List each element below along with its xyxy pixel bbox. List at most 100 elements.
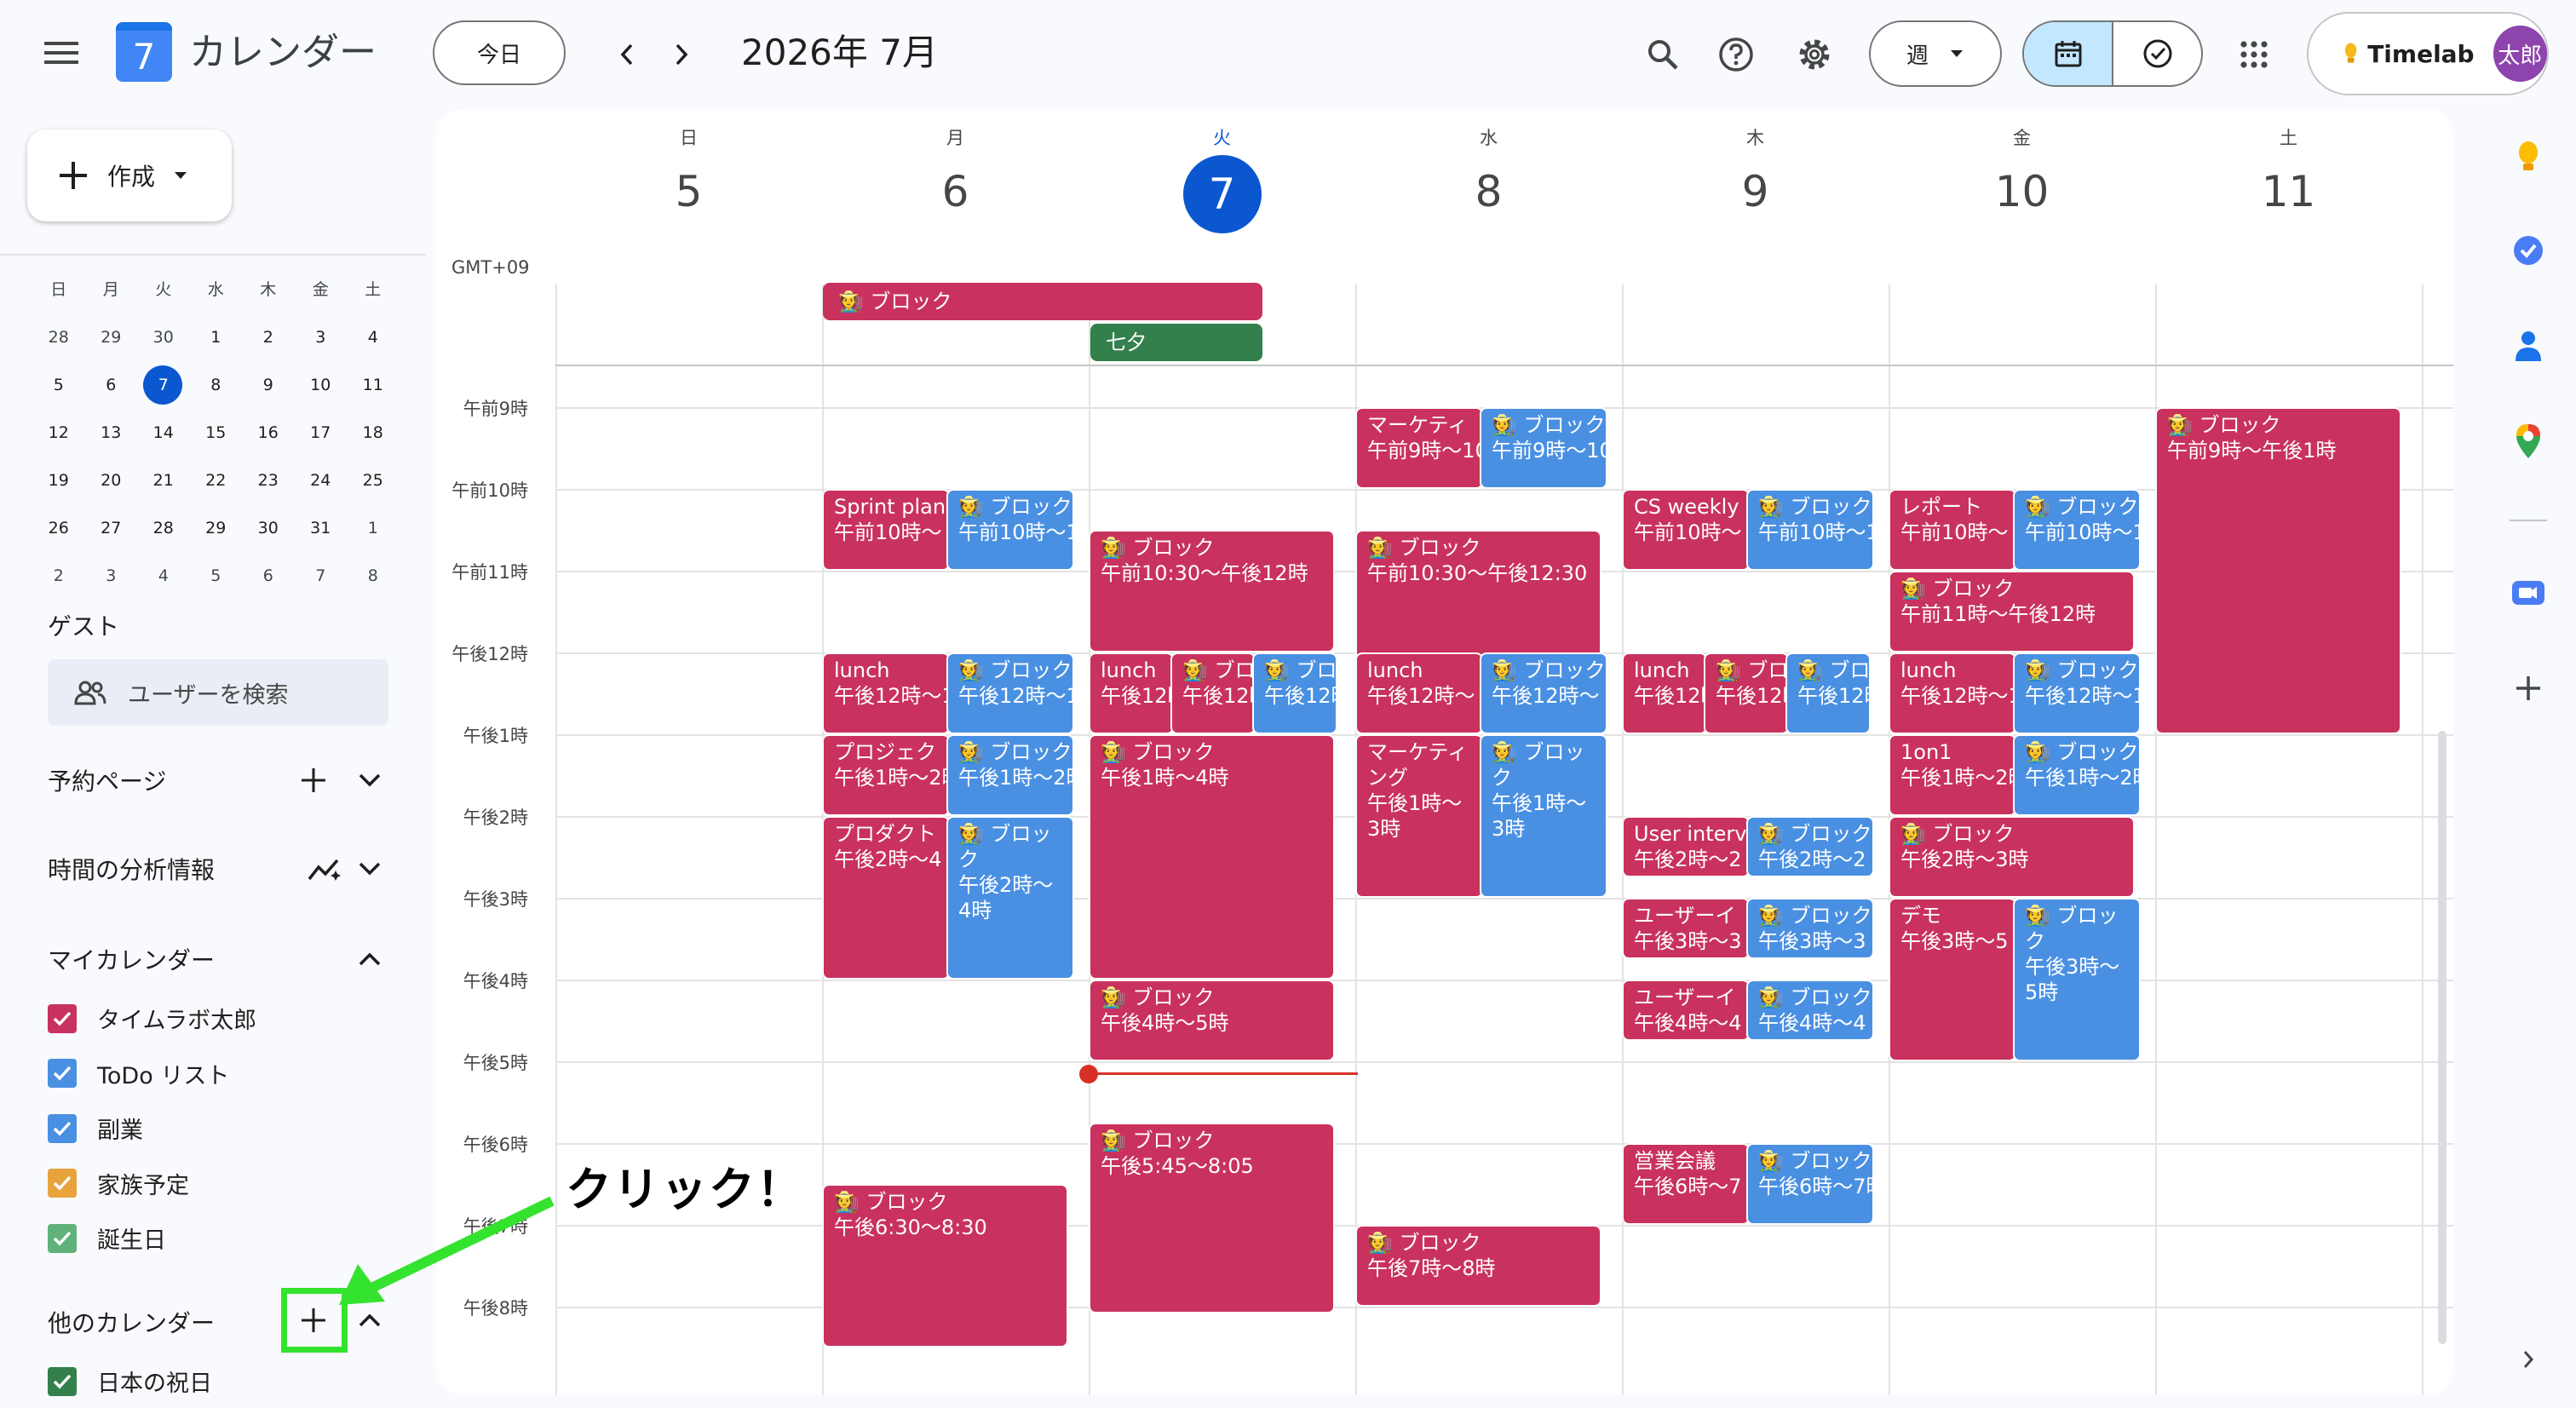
- mini-calendar-day[interactable]: 7: [295, 552, 348, 600]
- mini-calendar-day[interactable]: 13: [85, 409, 138, 457]
- tasks-view-toggle[interactable]: [2113, 22, 2201, 85]
- calendar-checkbox[interactable]: [48, 1223, 77, 1253]
- calendar-event[interactable]: マーケティング 午後1時〜3時: [1355, 734, 1483, 898]
- mini-calendar-day[interactable]: 29: [85, 313, 138, 361]
- day-column-header[interactable]: 木9: [1622, 109, 1889, 221]
- user-search-input[interactable]: ユーザーを検索: [48, 659, 388, 726]
- day-number[interactable]: 6: [822, 162, 1089, 221]
- calendar-event[interactable]: 🧑‍🌾 ブロック 午後6:30〜8:30: [822, 1184, 1068, 1348]
- calendar-event[interactable]: 🧑‍🌾 ブロ午後12時: [1785, 652, 1871, 734]
- view-selector[interactable]: 週: [1869, 20, 2002, 87]
- calendar-event[interactable]: 🧑‍🌾 ブロック 午後1時〜4時: [1089, 734, 1335, 980]
- calendar-checkbox[interactable]: [48, 1003, 77, 1033]
- calendar-event[interactable]: 🧑‍🌾 ブロック 午前9時〜10: [1480, 407, 1607, 489]
- calendar-checkbox[interactable]: [48, 1113, 77, 1143]
- calendar-event[interactable]: プロダクト 午後2時〜4: [822, 816, 950, 980]
- mini-calendar-day[interactable]: 7: [137, 361, 190, 409]
- mini-calendar-day[interactable]: 17: [295, 409, 348, 457]
- mini-calendar-day[interactable]: 5: [32, 361, 85, 409]
- mini-calendar-day[interactable]: 6: [85, 361, 138, 409]
- mini-calendar-day[interactable]: 28: [137, 504, 190, 552]
- mini-calendar-day[interactable]: 14: [137, 409, 190, 457]
- mini-calendar-day[interactable]: 22: [190, 457, 243, 504]
- mini-calendar-day[interactable]: 24: [295, 457, 348, 504]
- calendar-event[interactable]: lunch午後12時: [1622, 652, 1707, 734]
- day-number[interactable]: 11: [2155, 162, 2422, 221]
- day-number[interactable]: 5: [555, 162, 822, 221]
- mini-calendar-day[interactable]: 6: [242, 552, 295, 600]
- mini-calendar-day[interactable]: 2: [32, 552, 85, 600]
- allday-event-tanabata[interactable]: 七夕: [1090, 324, 1262, 361]
- prev-week-button[interactable]: [607, 34, 647, 75]
- calendar-event[interactable]: 🧑‍🌾 ブロック 午後12時〜: [1480, 652, 1607, 734]
- contacts-button[interactable]: [2504, 322, 2552, 370]
- time-insights-icon-button[interactable]: [303, 850, 346, 888]
- calendar-event[interactable]: 🧑‍🌾 ブロ午後12時: [1704, 652, 1789, 734]
- keep-button[interactable]: [2504, 133, 2552, 181]
- calendar-event[interactable]: 🧑‍🌾 ブロック 午前10時〜1: [2013, 489, 2141, 571]
- calendar-checkbox[interactable]: [48, 1059, 77, 1088]
- calendar-event[interactable]: Sprint plan 午前10時〜: [822, 489, 950, 571]
- calendar-event[interactable]: 🧑‍🌾 ブロック 午後1時〜2時: [946, 734, 1074, 816]
- day-number[interactable]: 7: [1182, 155, 1262, 233]
- calendar-event[interactable]: 🧑‍🌾 ブロ午後12時: [1170, 652, 1256, 734]
- calendar-event[interactable]: 🧑‍🌾 ブロック 午後12時〜1: [2013, 652, 2141, 734]
- search-button[interactable]: [1639, 31, 1687, 78]
- allday-event-block[interactable]: 🧑‍🌾 ブロック: [823, 283, 1262, 320]
- grid-scrollbar[interactable]: [2438, 731, 2447, 1344]
- expand-side-panel-button[interactable]: [2504, 1336, 2552, 1383]
- time-insights-expand-button[interactable]: [351, 850, 388, 888]
- mini-calendar-day[interactable]: 5: [190, 552, 243, 600]
- mini-calendar-day[interactable]: 12: [32, 409, 85, 457]
- mini-calendar-day[interactable]: 1: [347, 504, 400, 552]
- calendar-event[interactable]: 🧑‍🌾 ブロック 午前11時〜午後12時: [1889, 571, 2135, 652]
- account-chip[interactable]: Timelab 太郎: [2307, 12, 2549, 95]
- calendar-event[interactable]: 🧑‍🌾 ブロック 午前10:30〜午後12時: [1089, 530, 1335, 652]
- next-week-button[interactable]: [661, 34, 702, 75]
- calendar-list-item[interactable]: ToDo リスト: [48, 1057, 229, 1090]
- calendar-event[interactable]: 🧑‍🌾 ブロック 午後2時〜2: [1746, 816, 1874, 877]
- mini-calendar-day[interactable]: 1: [190, 313, 243, 361]
- day-column-header[interactable]: 日5: [555, 109, 822, 221]
- mini-calendar-day[interactable]: 18: [347, 409, 400, 457]
- calendar-view-toggle[interactable]: [2024, 22, 2113, 85]
- calendar-list-item[interactable]: タイムラボ太郎: [48, 1002, 256, 1035]
- calendar-event[interactable]: 🧑‍🌾 ブロック 午前10時〜1: [1746, 489, 1874, 571]
- calendar-event[interactable]: 🧑‍🌾 ブロック 午前10時〜1: [946, 489, 1074, 571]
- mini-calendar-day[interactable]: 31: [295, 504, 348, 552]
- calendar-event[interactable]: 🧑‍🌾 ブロック 午後12時〜1: [946, 652, 1074, 734]
- my-calendars-collapse-button[interactable]: [351, 940, 388, 978]
- calendar-list-item[interactable]: 家族予定: [48, 1167, 189, 1200]
- calendar-event[interactable]: lunch 午後12時〜: [1355, 652, 1483, 734]
- day-column-header[interactable]: 月6: [822, 109, 1089, 221]
- calendar-event[interactable]: レポート 午前10時〜: [1889, 489, 2016, 571]
- mini-calendar-day[interactable]: 21: [137, 457, 190, 504]
- mini-calendar-day[interactable]: 3: [85, 552, 138, 600]
- calendar-event[interactable]: ユーザーイ 午後4時〜4: [1622, 980, 1750, 1041]
- mini-calendar-day[interactable]: 30: [137, 313, 190, 361]
- meet-button[interactable]: [2504, 569, 2552, 617]
- calendar-event[interactable]: ユーザーイ 午後3時〜3: [1622, 898, 1750, 959]
- calendar-event[interactable]: 🧑‍🌾 ブロック 午後2時〜3時: [1889, 816, 2135, 898]
- mini-calendar-day[interactable]: 16: [242, 409, 295, 457]
- day-number[interactable]: 10: [1889, 162, 2155, 221]
- calendar-event[interactable]: 🧑‍🌾 ブロック 午後3時〜3: [1746, 898, 1874, 959]
- calendar-event[interactable]: lunch 午後12時〜1: [822, 652, 950, 734]
- day-column-header[interactable]: 金 10: [1889, 109, 2155, 221]
- calendar-event[interactable]: 🧑‍🌾 ブロック 午後7時〜8時: [1355, 1225, 1601, 1307]
- calendar-event[interactable]: 🧑‍🌾 ブロック 午後2時〜4時: [946, 816, 1074, 980]
- mini-calendar-day[interactable]: 8: [190, 361, 243, 409]
- maps-button[interactable]: [2504, 417, 2552, 465]
- calendar-event[interactable]: 🧑‍🌾 ブロック 午後6時〜7時: [1746, 1143, 1874, 1225]
- calendar-event[interactable]: 🧑‍🌾 ブロ午後12時: [1252, 652, 1337, 734]
- calendar-event[interactable]: lunch午後12時: [1089, 652, 1174, 734]
- mini-calendar-day[interactable]: 28: [32, 313, 85, 361]
- settings-button[interactable]: [1791, 31, 1838, 78]
- calendar-event[interactable]: 営業会議 午後6時〜7: [1622, 1143, 1750, 1225]
- mini-calendar-day[interactable]: 23: [242, 457, 295, 504]
- calendar-list-item[interactable]: 誕生日: [48, 1221, 166, 1255]
- calendar-event[interactable]: 🧑‍🌾 ブロック 午後1時〜3時: [1480, 734, 1607, 898]
- calendar-event[interactable]: 🧑‍🌾 ブロック 午後4時〜4: [1746, 980, 1874, 1041]
- day-number[interactable]: 9: [1622, 162, 1889, 221]
- calendar-event[interactable]: マーケティ 午前9時〜10: [1355, 407, 1483, 489]
